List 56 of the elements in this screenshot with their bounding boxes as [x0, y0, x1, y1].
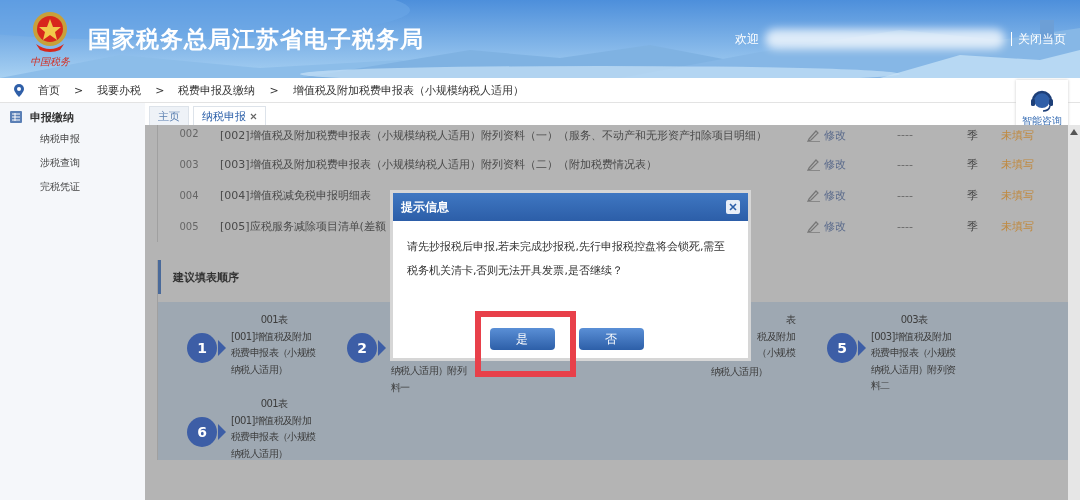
- table-cell-text: ----: [897, 220, 914, 233]
- sidebar-item[interactable]: 完税凭证: [0, 175, 145, 199]
- headset-icon: [1029, 88, 1055, 114]
- tab[interactable]: 主页: [149, 106, 189, 125]
- help-widget[interactable]: 智能咨询: [1016, 80, 1068, 128]
- step-text: 003表 [003]增值税及附加 税费申报表（小规模 纳税人适用）附列资 料二: [871, 313, 957, 393]
- period-cell-text: 季: [967, 219, 979, 234]
- dialog-button[interactable]: 否: [578, 328, 644, 350]
- sidebar-item[interactable]: 涉税查询: [0, 151, 145, 175]
- location-pin-icon: [14, 83, 24, 97]
- close-icon[interactable]: [250, 112, 257, 120]
- period-cell-text: 季: [967, 157, 979, 172]
- tab[interactable]: 纳税申报: [193, 106, 266, 125]
- status-text: 未填写: [1001, 157, 1035, 172]
- pencil-icon: [807, 158, 821, 171]
- row-number: 004: [178, 190, 200, 201]
- pencil-icon: [807, 220, 821, 233]
- pencil-icon: [807, 129, 821, 142]
- period-cell-text: 季: [967, 188, 979, 203]
- form-title: [003]增值税及附加税费申报表（小规模纳税人适用）附列资料（二）（附加税费情况表）: [220, 157, 658, 172]
- step-text: 表 税及附加 （小规模 纳税人适用）: [711, 313, 797, 379]
- sidebar-item[interactable]: 纳税申报: [0, 127, 145, 151]
- breadcrumb-separator: >: [74, 83, 84, 97]
- form-title: [002]增值税及附加税费申报表（小规模纳税人适用）附列资料（一）（服务、不动产和无形资产扣除项目明细）: [220, 128, 768, 143]
- table-cell-text: ----: [897, 128, 914, 141]
- period-cell-text: 季: [967, 128, 979, 143]
- breadcrumb-separator: >: [155, 83, 165, 97]
- step-text: 001表 [001]增值税及附加 税费申报表（小规模 纳税人适用）: [231, 313, 317, 377]
- row-number: 005: [178, 221, 200, 232]
- step-text: 001表 [001]增值税及附加 税费申报表（小规模 纳税人适用）: [231, 397, 317, 461]
- breadcrumb-link[interactable]: 首页: [38, 82, 60, 98]
- emblem-icon: [30, 9, 70, 54]
- breadcrumb-separator: >: [269, 83, 279, 97]
- row-number: 002: [178, 128, 200, 139]
- form-title: [004]增值税减免税申报明细表: [220, 188, 372, 203]
- sidebar-heading: 申报缴纳: [30, 109, 74, 125]
- breadcrumb-link[interactable]: 我要办税: [97, 82, 142, 98]
- breadcrumb-link[interactable]: 税费申报及缴纳: [178, 82, 256, 98]
- row-number: 003: [178, 159, 200, 170]
- table-icon: [10, 111, 22, 123]
- dialog-button[interactable]: 是: [489, 328, 555, 350]
- close-icon[interactable]: [726, 200, 740, 214]
- breadcrumb-link[interactable]: 增值税及附加税费申报表（小规模纳税人适用）: [292, 82, 524, 98]
- step-text: 纳税人适用）附列 料一: [391, 364, 468, 395]
- welcome-text: 欢迎: [735, 30, 759, 48]
- status-text: 未填写: [1001, 188, 1035, 203]
- site-title: 国家税务总局江苏省电子税务局: [88, 24, 424, 54]
- scroll-up-icon[interactable]: [1070, 129, 1078, 135]
- logo-caption: 中国税务: [30, 54, 70, 69]
- table-cell-text: ----: [897, 158, 914, 171]
- pencil-icon: [807, 189, 821, 202]
- status-text: 未填写: [1001, 128, 1035, 143]
- form-title: [005]应税服务减除项目清单(差额: [220, 219, 387, 234]
- status-text: 未填写: [1001, 219, 1035, 234]
- dialog-title: 提示信息: [401, 198, 449, 216]
- table-cell-text: ----: [897, 189, 914, 202]
